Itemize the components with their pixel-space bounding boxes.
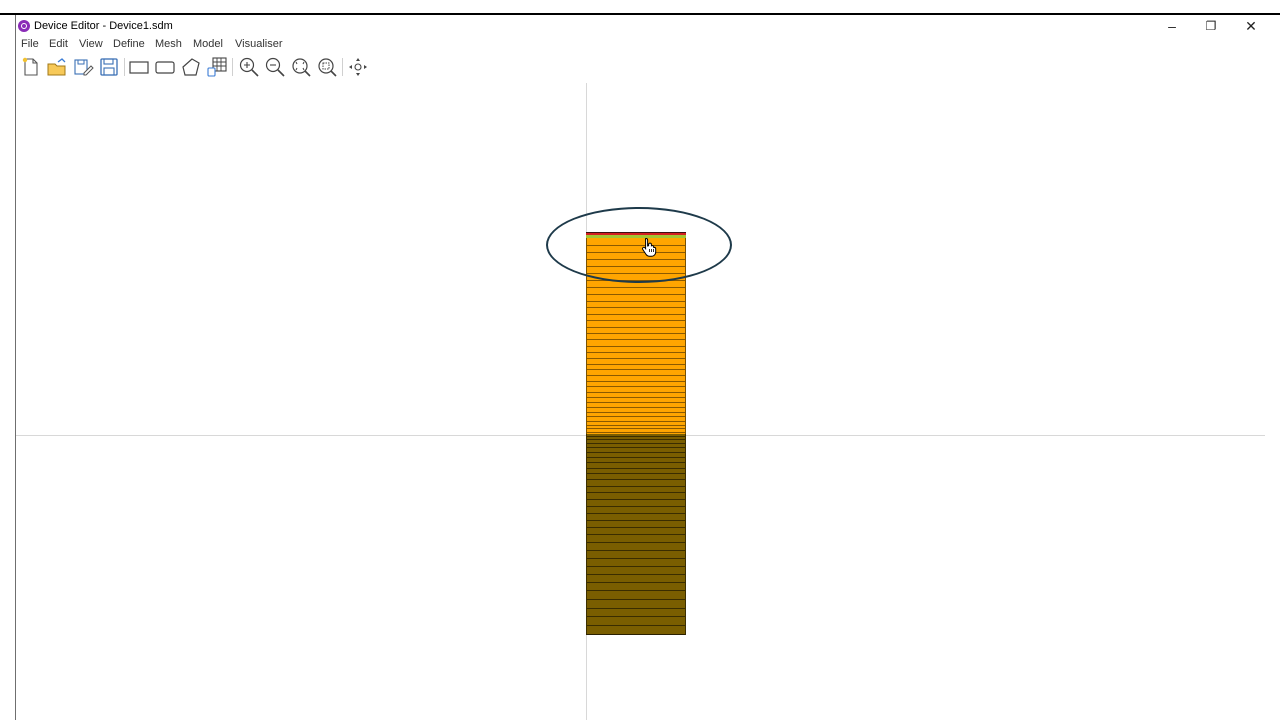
rectangle-icon[interactable] — [128, 56, 150, 78]
open-file-icon[interactable] — [46, 56, 68, 78]
mesh-line — [587, 485, 685, 487]
mesh-line — [587, 607, 685, 609]
window-title: Device Editor - Device1.sdm — [34, 20, 173, 32]
screen-top-edge — [0, 0, 1280, 15]
mesh-line — [587, 442, 685, 444]
mesh-line — [587, 549, 685, 551]
mesh-line — [587, 498, 685, 500]
new-file-icon[interactable] — [20, 56, 42, 78]
mesh-line — [587, 386, 685, 388]
zoom-out-icon[interactable] — [264, 56, 286, 78]
mesh-line — [587, 313, 685, 315]
toolbar-separator — [342, 58, 343, 76]
mesh-line — [587, 451, 685, 453]
zoom-fit-icon[interactable] — [290, 56, 312, 78]
zoom-region-icon[interactable] — [316, 56, 338, 78]
mesh-line — [587, 351, 685, 353]
mesh-line — [587, 519, 685, 521]
mesh-line — [587, 369, 685, 371]
close-button[interactable]: ✕ — [1231, 17, 1271, 37]
device-canvas[interactable] — [16, 83, 1265, 720]
menu-visualiser[interactable]: Visualiser — [235, 38, 283, 50]
mesh-line — [587, 467, 685, 469]
menu-view[interactable]: View — [79, 38, 103, 50]
mesh-line — [587, 456, 685, 458]
mesh-line — [587, 416, 685, 418]
mesh-line — [587, 396, 685, 398]
mesh-line — [587, 526, 685, 528]
save-as-icon[interactable] — [72, 56, 94, 78]
mesh-line — [587, 462, 685, 463]
mesh-line — [587, 582, 685, 583]
mesh-line — [587, 573, 685, 575]
mesh-line — [587, 473, 685, 475]
app-icon — [18, 20, 30, 32]
device-stack[interactable] — [586, 232, 686, 635]
device-editor-window: Device Editor - Device1.sdm – ❐ ✕ File E… — [16, 17, 1265, 720]
mesh-line — [587, 320, 685, 322]
mesh-line — [587, 420, 685, 422]
mesh-line — [587, 380, 685, 382]
minimize-button[interactable]: – — [1152, 17, 1192, 37]
mesh-line — [587, 391, 685, 393]
mesh-line — [587, 447, 685, 449]
menu-mesh[interactable]: Mesh — [155, 38, 182, 50]
mesh-line — [587, 345, 685, 347]
mesh-line — [587, 565, 685, 567]
rounded-rectangle-icon[interactable] — [154, 56, 176, 78]
menu-define[interactable]: Define — [113, 38, 145, 50]
mesh-line — [587, 375, 685, 377]
mesh-line — [587, 293, 685, 295]
mesh-line — [587, 424, 685, 426]
mesh-line — [587, 339, 685, 341]
menu-edit[interactable]: Edit — [49, 38, 68, 50]
zoom-in-icon[interactable] — [238, 56, 260, 78]
title-bar: Device Editor - Device1.sdm – ❐ ✕ — [16, 17, 1265, 37]
mesh-line — [587, 505, 685, 507]
mesh-line — [587, 357, 685, 359]
mesh-line — [587, 436, 685, 437]
restore-button[interactable]: ❐ — [1191, 17, 1231, 37]
mesh-line — [587, 616, 685, 618]
mesh-line — [587, 411, 685, 413]
mesh-line — [587, 300, 685, 302]
mesh-line — [587, 307, 685, 309]
mesh-line — [587, 479, 685, 481]
mesh-line — [587, 326, 685, 328]
hand-cursor-icon — [642, 237, 657, 257]
mesh-line — [587, 333, 685, 334]
mesh-line — [587, 598, 685, 600]
menu-file[interactable]: File — [21, 38, 39, 50]
toolbar — [16, 54, 1265, 80]
mesh-line — [587, 439, 685, 441]
mesh-line — [587, 401, 685, 403]
lower-region-layer[interactable] — [586, 434, 686, 635]
polygon-icon[interactable] — [180, 56, 202, 78]
mesh-line — [587, 428, 685, 430]
mesh-table-icon[interactable] — [206, 56, 228, 78]
toolbar-separator — [124, 58, 125, 76]
mesh-line — [587, 492, 685, 494]
save-icon[interactable] — [98, 56, 120, 78]
mesh-line — [587, 557, 685, 559]
highlight-ellipse — [546, 207, 732, 283]
mesh-line — [587, 534, 685, 536]
mesh-line — [587, 625, 685, 627]
mesh-line — [587, 512, 685, 514]
menu-model[interactable]: Model — [193, 38, 223, 50]
mesh-line — [587, 542, 685, 543]
toolbar-separator — [232, 58, 233, 76]
mesh-line — [587, 431, 685, 433]
mesh-line — [587, 287, 685, 289]
mesh-line — [587, 406, 685, 408]
mesh-line — [587, 363, 685, 365]
pan-icon[interactable] — [347, 56, 369, 78]
mesh-line — [587, 590, 685, 592]
